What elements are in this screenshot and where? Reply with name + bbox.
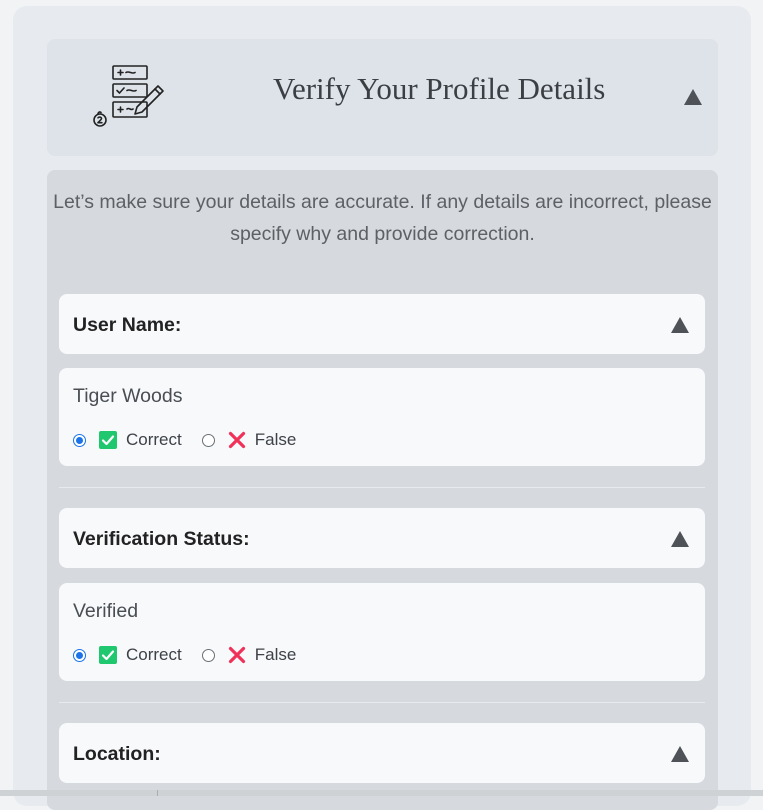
field-card-verification-status: Verified Correct False: [59, 583, 705, 681]
triangle-up-icon[interactable]: [670, 744, 690, 764]
bottom-scrollbar[interactable]: [0, 790, 763, 796]
correct-label[interactable]: Correct: [126, 430, 182, 450]
divider: [59, 702, 705, 703]
false-label[interactable]: False: [255, 645, 297, 665]
field-value: Tiger Woods: [73, 385, 183, 407]
false-label[interactable]: False: [255, 430, 297, 450]
field-label: Location:: [73, 743, 161, 765]
correct-radio[interactable]: [73, 433, 86, 447]
field-header-verification-status[interactable]: Verification Status:: [59, 508, 705, 568]
scrollbar-divider: [157, 790, 158, 796]
correct-label[interactable]: Correct: [126, 645, 182, 665]
profile-header: Verify Your Profile Details: [47, 39, 718, 156]
verification-options: Correct False: [73, 430, 296, 450]
correct-radio[interactable]: [73, 648, 86, 662]
divider: [59, 487, 705, 488]
intro-text: Let’s make sure your details are accurat…: [53, 191, 712, 245]
details-panel: Let’s make sure your details are accurat…: [47, 170, 718, 810]
field-value: Verified: [73, 600, 139, 622]
field-card-user-name: Tiger Woods Correct False: [59, 368, 705, 466]
field-header-location[interactable]: Location:: [59, 723, 705, 783]
triangle-up-icon[interactable]: [683, 87, 703, 107]
field-header-user-name[interactable]: User Name:: [59, 294, 705, 354]
false-radio[interactable]: [201, 433, 215, 447]
check-box-icon: [99, 646, 117, 664]
cross-icon: [228, 431, 245, 449]
verification-options: Correct False: [73, 645, 296, 665]
field-label: User Name:: [73, 314, 182, 336]
false-radio[interactable]: [201, 648, 215, 662]
check-box-icon: [99, 431, 117, 449]
triangle-up-icon[interactable]: [670, 315, 690, 335]
checklist-pencil-icon: [93, 65, 164, 127]
page-title: Verify Your Profile Details: [273, 71, 606, 106]
field-label: Verification Status:: [73, 528, 250, 550]
triangle-up-icon[interactable]: [670, 529, 690, 549]
cross-icon: [228, 646, 245, 664]
